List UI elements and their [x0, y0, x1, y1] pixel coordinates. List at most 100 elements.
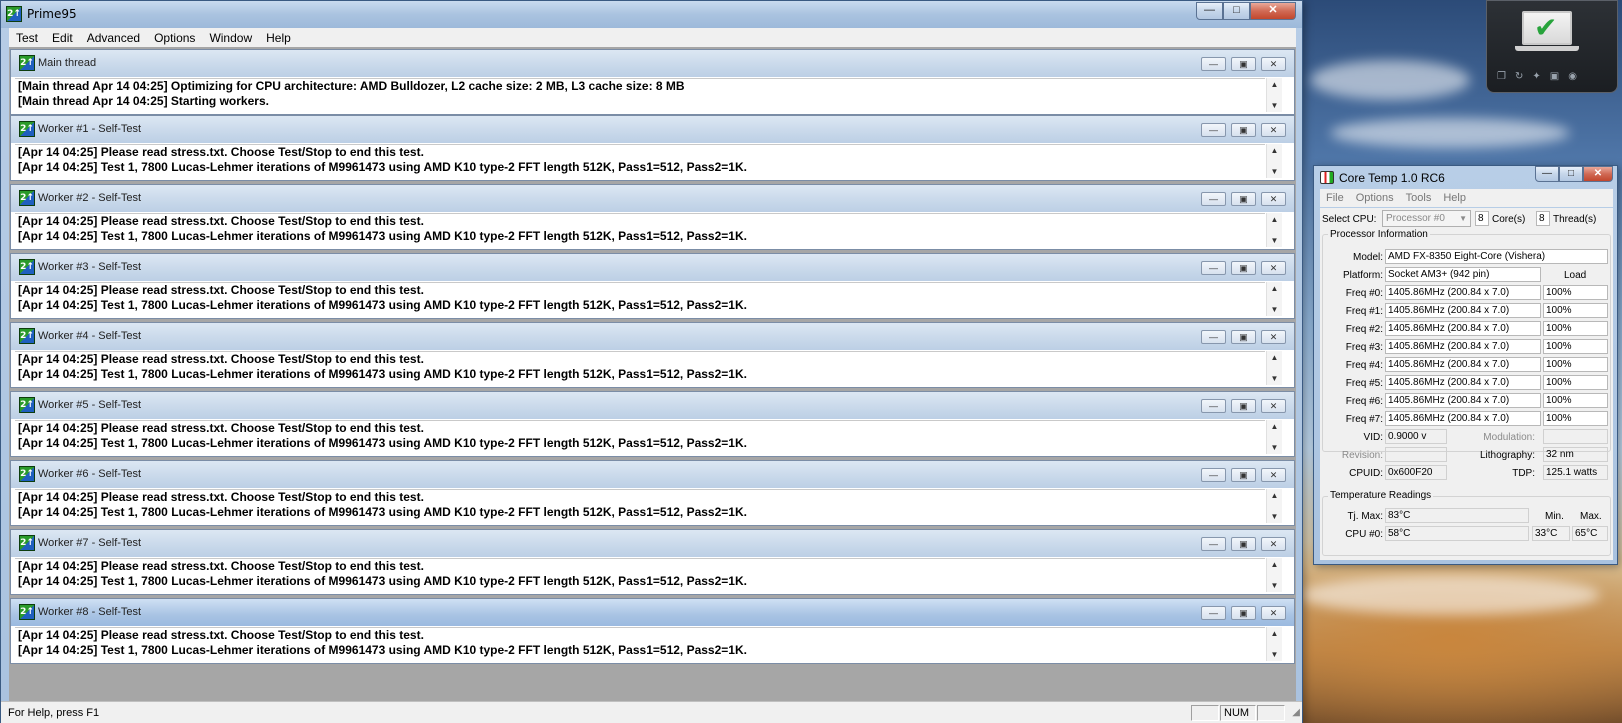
vertical-scrollbar[interactable]: ▲ ▼ [1266, 351, 1282, 385]
worker-window[interactable]: 2↑ Worker #5 - Self-Test — ▣ ✕ [Apr 14 0… [10, 391, 1295, 457]
scroll-down-arrow-icon[interactable]: ▼ [1267, 512, 1282, 521]
scroll-up-arrow-icon[interactable]: ▲ [1267, 284, 1282, 293]
vertical-scrollbar[interactable]: ▲ ▼ [1266, 420, 1282, 454]
child-close-button[interactable]: ✕ [1261, 261, 1286, 275]
log-text[interactable]: [Apr 14 04:25] Please read stress.txt. C… [15, 627, 1265, 661]
scroll-up-arrow-icon[interactable]: ▲ [1267, 80, 1282, 89]
worker-window[interactable]: 2↑ Worker #1 - Self-Test — ▣ ✕ [Apr 14 0… [10, 115, 1295, 181]
scroll-up-arrow-icon[interactable]: ▲ [1267, 215, 1282, 224]
child-titlebar[interactable]: 2↑ Worker #7 - Self-Test — ▣ ✕ [11, 530, 1294, 557]
child-close-button[interactable]: ✕ [1261, 123, 1286, 137]
child-close-button[interactable]: ✕ [1261, 468, 1286, 482]
scroll-down-arrow-icon[interactable]: ▼ [1267, 443, 1282, 452]
prime95-app-icon[interactable]: 2↑ [6, 6, 22, 22]
log-text[interactable]: [Apr 14 04:25] Please read stress.txt. C… [15, 489, 1265, 523]
scroll-down-arrow-icon[interactable]: ▼ [1267, 236, 1282, 245]
desktop-gadget[interactable]: ✔ ❐ ↻ ✦ ▣ ◉ [1486, 0, 1618, 93]
vertical-scrollbar[interactable]: ▲ ▼ [1266, 282, 1282, 316]
scroll-down-arrow-icon[interactable]: ▼ [1267, 167, 1282, 176]
scroll-up-arrow-icon[interactable]: ▲ [1267, 422, 1282, 431]
scroll-down-arrow-icon[interactable]: ▼ [1267, 581, 1282, 590]
close-button[interactable]: ✕ [1583, 166, 1613, 182]
menu-test[interactable]: Test [9, 31, 45, 45]
scroll-up-arrow-icon[interactable]: ▲ [1267, 491, 1282, 500]
scroll-up-arrow-icon[interactable]: ▲ [1267, 146, 1282, 155]
child-minimize-button[interactable]: — [1201, 468, 1226, 482]
restore-icon[interactable]: ❐ [1497, 71, 1506, 82]
vertical-scrollbar[interactable]: ▲ ▼ [1266, 489, 1282, 523]
child-titlebar[interactable]: 2↑ Worker #4 - Self-Test — ▣ ✕ [11, 323, 1294, 350]
log-text[interactable]: [Apr 14 04:25] Please read stress.txt. C… [15, 558, 1265, 592]
child-titlebar[interactable]: 2↑ Worker #2 - Self-Test — ▣ ✕ [11, 185, 1294, 212]
child-titlebar[interactable]: 2↑ Worker #5 - Self-Test — ▣ ✕ [11, 392, 1294, 419]
child-minimize-button[interactable]: — [1201, 192, 1226, 206]
rss-icon[interactable]: ◉ [1568, 71, 1577, 82]
child-maximize-button[interactable]: ▣ [1231, 123, 1256, 137]
worker-window[interactable]: 2↑ Worker #8 - Self-Test — ▣ ✕ [Apr 14 0… [10, 598, 1295, 664]
child-maximize-button[interactable]: ▣ [1231, 330, 1256, 344]
scroll-down-arrow-icon[interactable]: ▼ [1267, 374, 1282, 383]
child-titlebar[interactable]: 2↑ Worker #8 - Self-Test — ▣ ✕ [11, 599, 1294, 626]
child-titlebar[interactable]: 2↑ Main thread — ▣ ✕ [11, 50, 1294, 77]
child-minimize-button[interactable]: — [1201, 123, 1226, 137]
child-close-button[interactable]: ✕ [1261, 537, 1286, 551]
scroll-up-arrow-icon[interactable]: ▲ [1267, 629, 1282, 638]
child-minimize-button[interactable]: — [1201, 330, 1226, 344]
menu-advanced[interactable]: Advanced [80, 31, 147, 45]
menu-edit[interactable]: Edit [45, 31, 80, 45]
worker-window[interactable]: 2↑ Worker #2 - Self-Test — ▣ ✕ [Apr 14 0… [10, 184, 1295, 250]
log-text[interactable]: [Apr 14 04:25] Please read stress.txt. C… [15, 351, 1265, 385]
menu-help[interactable]: Help [1437, 192, 1472, 204]
menu-options[interactable]: Options [147, 31, 202, 45]
worker-window[interactable]: 2↑ Worker #6 - Self-Test — ▣ ✕ [Apr 14 0… [10, 460, 1295, 526]
log-text[interactable]: [Apr 14 04:25] Please read stress.txt. C… [15, 420, 1265, 454]
processor-select[interactable]: Processor #0 ▼ [1382, 210, 1471, 227]
child-titlebar[interactable]: 2↑ Worker #3 - Self-Test — ▣ ✕ [11, 254, 1294, 281]
scroll-down-arrow-icon[interactable]: ▼ [1267, 305, 1282, 314]
facebook-icon[interactable]: ▣ [1550, 71, 1559, 82]
minimize-button[interactable]: — [1196, 2, 1223, 20]
vertical-scrollbar[interactable]: ▲ ▼ [1266, 627, 1282, 661]
child-minimize-button[interactable]: — [1201, 261, 1226, 275]
worker-window[interactable]: 2↑ Worker #4 - Self-Test — ▣ ✕ [Apr 14 0… [10, 322, 1295, 388]
prime95-titlebar[interactable]: 2↑ Prime95 — □ ✕ [1, 1, 1302, 28]
worker-window[interactable]: 2↑ Worker #3 - Self-Test — ▣ ✕ [Apr 14 0… [10, 253, 1295, 319]
child-maximize-button[interactable]: ▣ [1231, 57, 1256, 71]
worker-window[interactable]: 2↑ Worker #7 - Self-Test — ▣ ✕ [Apr 14 0… [10, 529, 1295, 595]
child-close-button[interactable]: ✕ [1261, 57, 1286, 71]
scroll-up-arrow-icon[interactable]: ▲ [1267, 353, 1282, 362]
main-thread-window[interactable]: 2↑ Main thread — ▣ ✕ [Main thread Apr 14… [10, 49, 1295, 115]
vertical-scrollbar[interactable]: ▲ ▼ [1266, 78, 1282, 112]
menu-options[interactable]: Options [1350, 192, 1400, 204]
minimize-button[interactable]: — [1535, 166, 1559, 182]
scroll-up-arrow-icon[interactable]: ▲ [1267, 560, 1282, 569]
menu-tools[interactable]: Tools [1400, 192, 1438, 204]
child-maximize-button[interactable]: ▣ [1231, 537, 1256, 551]
twitter-icon[interactable]: ✦ [1532, 71, 1540, 82]
coretemp-app-icon[interactable] [1320, 171, 1334, 184]
maximize-button[interactable]: □ [1559, 166, 1583, 182]
menu-file[interactable]: File [1320, 192, 1350, 204]
vertical-scrollbar[interactable]: ▲ ▼ [1266, 213, 1282, 247]
child-maximize-button[interactable]: ▣ [1231, 261, 1256, 275]
child-close-button[interactable]: ✕ [1261, 399, 1286, 413]
child-close-button[interactable]: ✕ [1261, 192, 1286, 206]
resize-grip-icon[interactable]: ◢ [1292, 707, 1300, 718]
coretemp-titlebar[interactable]: Core Temp 1.0 RC6 — □ ✕ [1314, 166, 1617, 188]
log-text[interactable]: [Apr 14 04:25] Please read stress.txt. C… [15, 282, 1265, 316]
child-maximize-button[interactable]: ▣ [1231, 399, 1256, 413]
child-maximize-button[interactable]: ▣ [1231, 606, 1256, 620]
log-text[interactable]: [Main thread Apr 14 04:25] Optimizing fo… [15, 78, 1265, 112]
child-minimize-button[interactable]: — [1201, 399, 1226, 413]
child-minimize-button[interactable]: — [1201, 57, 1226, 71]
child-titlebar[interactable]: 2↑ Worker #6 - Self-Test — ▣ ✕ [11, 461, 1294, 488]
child-minimize-button[interactable]: — [1201, 606, 1226, 620]
scroll-down-arrow-icon[interactable]: ▼ [1267, 650, 1282, 659]
menu-help[interactable]: Help [259, 31, 298, 45]
menu-window[interactable]: Window [202, 31, 259, 45]
child-close-button[interactable]: ✕ [1261, 330, 1286, 344]
child-maximize-button[interactable]: ▣ [1231, 192, 1256, 206]
log-text[interactable]: [Apr 14 04:25] Please read stress.txt. C… [15, 213, 1265, 247]
vertical-scrollbar[interactable]: ▲ ▼ [1266, 144, 1282, 178]
child-close-button[interactable]: ✕ [1261, 606, 1286, 620]
